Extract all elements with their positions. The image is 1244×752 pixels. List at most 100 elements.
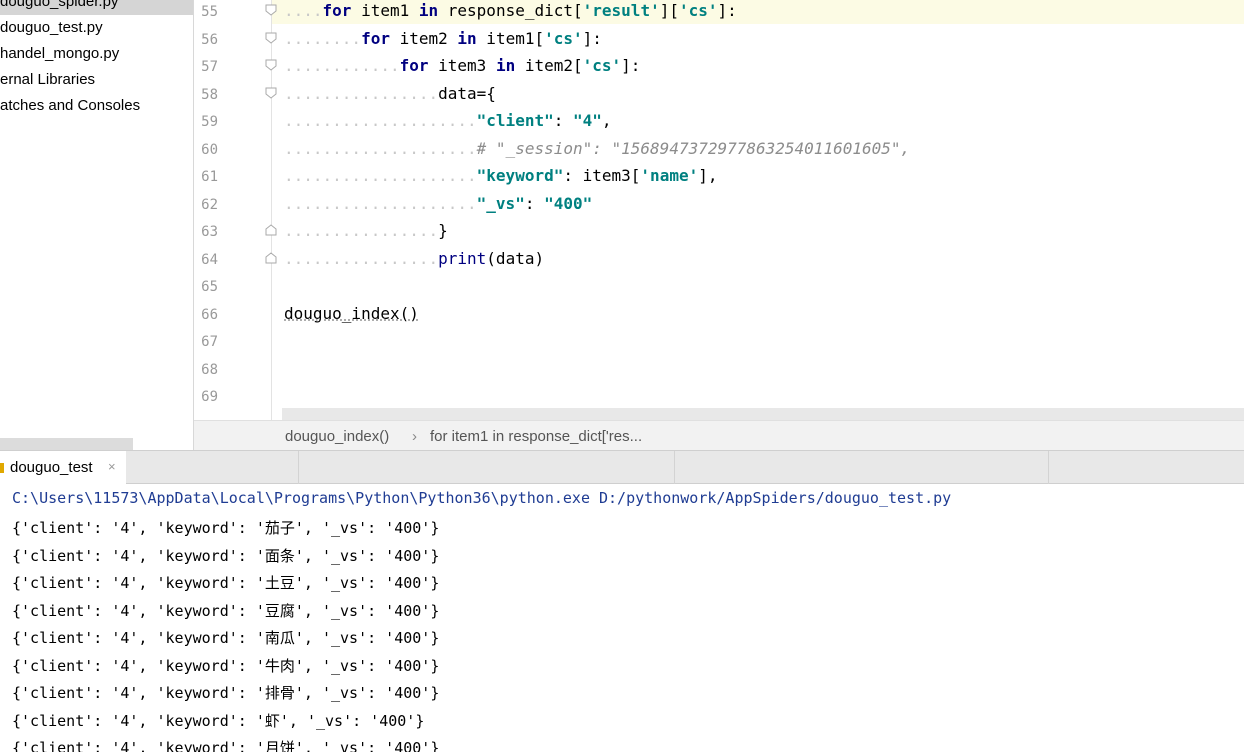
breadcrumb: douguo_index() › for item1 in response_d… bbox=[194, 420, 1244, 450]
code-token: "keyword" bbox=[476, 166, 564, 185]
code-line[interactable]: ................} bbox=[284, 221, 448, 240]
code-token: ][ bbox=[659, 1, 679, 20]
code-line[interactable]: ........for item2 in item1['cs']: bbox=[284, 29, 602, 48]
close-icon[interactable]: × bbox=[108, 459, 116, 474]
console-output-line: {'client': '4', 'keyword': '面条', '_vs': … bbox=[12, 546, 440, 565]
tree-item[interactable]: douguo_test.py bbox=[0, 15, 103, 41]
run-console[interactable]: C:\Users\11573\AppData\Local\Programs\Py… bbox=[0, 484, 1244, 752]
code-token: "client" bbox=[476, 111, 554, 130]
code-token: print bbox=[438, 248, 487, 268]
code-token: item2 bbox=[389, 28, 458, 48]
fold-open-icon[interactable] bbox=[265, 87, 277, 99]
fold-open-icon[interactable] bbox=[265, 32, 277, 44]
indent-guide: ........ bbox=[284, 28, 362, 48]
code-token: ]: bbox=[717, 1, 737, 20]
line-number: 68 bbox=[201, 361, 218, 378]
console-output-line: {'client': '4', 'keyword': '南瓜', '_vs': … bbox=[12, 629, 440, 647]
code-line[interactable]: ............for item3 in item2['cs']: bbox=[284, 56, 640, 75]
fold-close-icon[interactable] bbox=[265, 251, 277, 264]
code-token: in bbox=[495, 56, 516, 75]
console-command-line: C:\Users\11573\AppData\Local\Programs\Py… bbox=[12, 489, 952, 507]
code-token: response_dict[ bbox=[438, 1, 583, 20]
fold-open-icon[interactable] bbox=[265, 4, 277, 16]
tree-item[interactable]: handel_mongo.py bbox=[0, 41, 119, 67]
code-token: # "_session": "1568947372977863254011601… bbox=[476, 138, 911, 158]
console-output-line: {'client': '4', 'keyword': '土豆', '_vs': … bbox=[12, 574, 440, 592]
indent-guide: ................ bbox=[284, 221, 439, 240]
code-line[interactable]: ...................."_vs": "400" bbox=[284, 194, 592, 213]
code-token: } bbox=[438, 221, 448, 240]
code-line[interactable]: ................data={ bbox=[284, 84, 496, 103]
editor-horizontal-scrollbar[interactable] bbox=[282, 408, 1244, 420]
code-token: 'cs' bbox=[582, 56, 622, 75]
indent-guide: .................... bbox=[284, 138, 477, 158]
console-output-line: {'client': '4', 'keyword': '月饼', '_vs': … bbox=[12, 739, 440, 752]
tree-item[interactable]: atches and Consoles bbox=[0, 93, 140, 119]
line-number: 55 bbox=[201, 4, 218, 20]
code-token: 'cs' bbox=[544, 28, 583, 48]
tab-separator bbox=[298, 451, 299, 484]
line-number: 62 bbox=[201, 196, 218, 213]
indent-guide: .................... bbox=[284, 166, 477, 185]
tree-item[interactable]: ernal Libraries bbox=[0, 67, 95, 93]
console-output-line: {'client': '4', 'keyword': '豆腐', '_vs': … bbox=[12, 601, 440, 620]
project-tree: douguo_spider.py douguo_test.py handel_mon… bbox=[0, 0, 193, 450]
indent-guide: ................ bbox=[284, 83, 439, 103]
console-output-line: {'client': '4', 'keyword': '虾', '_vs': '… bbox=[12, 711, 425, 730]
code-token: item3 bbox=[428, 56, 496, 75]
code-token: item2[ bbox=[515, 56, 583, 75]
console-output-line: {'client': '4', 'keyword': '茄子', '_vs': … bbox=[12, 519, 440, 537]
code-token: ]: bbox=[621, 56, 641, 75]
tab-separator bbox=[1048, 451, 1049, 484]
line-number: 63 bbox=[201, 224, 218, 240]
line-number: 60 bbox=[201, 141, 218, 158]
indent-guide: ................ bbox=[284, 248, 439, 268]
code-token: item1[ bbox=[476, 28, 545, 48]
line-number: 66 bbox=[201, 306, 218, 323]
run-tab-douguo-test[interactable]: douguo_test × bbox=[0, 451, 126, 484]
indent-guide: .... bbox=[284, 1, 323, 20]
line-number: 59 bbox=[201, 114, 218, 130]
code-token: in bbox=[457, 28, 477, 48]
code-token: 'cs' bbox=[678, 1, 718, 20]
breadcrumb-separator: › bbox=[412, 428, 417, 445]
code-token: for bbox=[361, 28, 390, 48]
fold-open-icon[interactable] bbox=[265, 59, 277, 71]
code-token: for bbox=[322, 1, 352, 20]
code-token: : bbox=[553, 111, 573, 130]
line-number: 64 bbox=[201, 251, 218, 268]
code-token: douguo_index() bbox=[284, 303, 419, 323]
tree-item[interactable]: douguo_spider.py bbox=[0, 0, 193, 15]
run-tab-label: douguo_test bbox=[10, 459, 93, 476]
console-output-line: {'client': '4', 'keyword': '牛肉', '_vs': … bbox=[12, 656, 440, 675]
code-line[interactable]: ....for item1 in response_dict['result']… bbox=[284, 1, 737, 20]
python-file-icon bbox=[0, 463, 4, 473]
code-line[interactable]: ................print(data) bbox=[284, 249, 544, 268]
indent-guide: .................... bbox=[284, 193, 477, 213]
code-token: , bbox=[601, 111, 612, 130]
code-token: : item3[ bbox=[563, 166, 641, 185]
code-token: "4" bbox=[572, 111, 602, 130]
code-line[interactable]: douguo_index() bbox=[284, 304, 419, 323]
code-token: for bbox=[399, 56, 429, 75]
breadcrumb-function[interactable]: douguo_index() bbox=[285, 428, 389, 445]
breadcrumb-block[interactable]: for item1 in response_dict['res... bbox=[430, 428, 642, 445]
code-token: "400" bbox=[544, 193, 593, 213]
line-number: 58 bbox=[201, 86, 218, 103]
line-number: 57 bbox=[201, 59, 218, 75]
code-token: "_vs" bbox=[476, 193, 525, 213]
code-line[interactable]: ...................."keyword": item3['na… bbox=[284, 166, 717, 185]
console-output-line: {'client': '4', 'keyword': '排骨', '_vs': … bbox=[12, 684, 440, 702]
code-line[interactable]: ....................# "_session": "15689… bbox=[284, 139, 910, 158]
code-token: ]: bbox=[582, 28, 602, 48]
code-token: 'name' bbox=[640, 166, 699, 185]
tree-horizontal-scrollbar[interactable] bbox=[0, 438, 133, 450]
code-token: ], bbox=[698, 166, 718, 185]
line-number: 56 bbox=[201, 31, 218, 48]
line-number: 65 bbox=[201, 279, 218, 295]
fold-close-icon[interactable] bbox=[265, 224, 277, 236]
indent-guide: ............ bbox=[284, 56, 400, 75]
code-line[interactable]: ...................."client": "4", bbox=[284, 111, 612, 130]
indent-guide: .................... bbox=[284, 111, 477, 130]
run-tab-bar: douguo_test × bbox=[0, 450, 1244, 484]
